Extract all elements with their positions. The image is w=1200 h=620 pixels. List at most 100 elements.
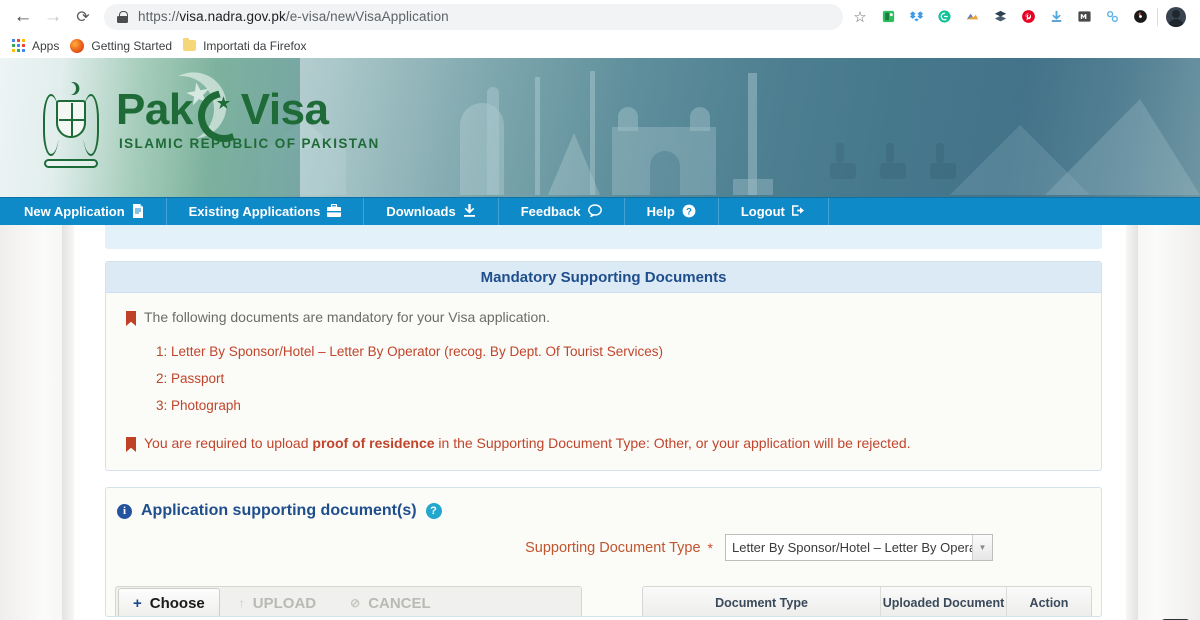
crescent-moon-icon: ★ <box>198 90 238 130</box>
evernote-icon[interactable] <box>875 4 901 30</box>
dropbox-icon[interactable] <box>903 4 929 30</box>
page-left-edge <box>62 225 74 620</box>
mandatory-intro-line: The following documents are mandatory fo… <box>126 309 1081 326</box>
nav-item-help[interactable]: Help ? <box>625 197 719 226</box>
chevron-down-icon[interactable]: ▼ <box>972 535 992 560</box>
supporting-document-type-select[interactable]: Letter By Sponsor/Hotel – Letter By Oper… <box>725 534 993 561</box>
list-item-number: 2: <box>156 371 168 386</box>
question-circle-icon: ? <box>682 204 696 220</box>
nav-label: Existing Applications <box>188 204 321 219</box>
firefox-icon <box>70 38 85 53</box>
cancel-button-label: CANCEL <box>368 594 431 612</box>
upload-button: ↑ UPLOAD <box>224 588 331 616</box>
nav-item-new-application[interactable]: New Application <box>0 197 167 226</box>
bookmark-getting-started[interactable]: Getting Started <box>68 35 181 57</box>
list-item-number: 1: <box>156 344 168 359</box>
bookmark-label: Apps <box>32 38 60 53</box>
uploaded-documents-table: Document Type Uploaded Document Action <box>642 586 1092 616</box>
info-icon: i <box>117 503 132 519</box>
bookmark-star-icon[interactable]: ☆ <box>847 4 873 30</box>
plus-icon: + <box>133 594 142 612</box>
download-icon[interactable] <box>1043 4 1069 30</box>
list-item: 1: Letter By Sponsor/Hotel – Letter By O… <box>156 344 1081 359</box>
list-item: 3: Photograph <box>156 398 1081 413</box>
logo-text-visa: Visa <box>240 85 329 134</box>
bookmarks-bar: Apps Getting Started Importati da Firefo… <box>0 33 1200 58</box>
document-icon <box>132 203 144 220</box>
supporting-documents-panel: i Application supporting document(s) ? S… <box>105 487 1102 617</box>
warning-text-after: in the Supporting Document Type: Other, … <box>434 435 911 451</box>
adblock-icon[interactable] <box>959 4 985 30</box>
nav-label: Logout <box>740 204 785 219</box>
avatar[interactable] <box>1162 3 1190 31</box>
briefcase-icon <box>327 203 342 219</box>
grammarly-icon[interactable] <box>931 4 957 30</box>
url-host: visa.nadra.gov.pk <box>179 9 286 24</box>
page-right-gutter <box>1138 225 1200 620</box>
chat-bubble-icon <box>587 204 602 219</box>
mandatory-documents-panel: Mandatory Supporting Documents The follo… <box>105 261 1102 471</box>
choose-file-button[interactable]: + Choose <box>118 588 220 616</box>
required-marker: * <box>707 539 713 556</box>
logo-text-pak: Pak <box>116 85 193 134</box>
mandatory-intro-text: The following documents are mandatory fo… <box>144 309 550 325</box>
back-arrow-icon[interactable]: ← <box>8 3 38 31</box>
logo-tagline: ISLAMIC REPUBLIC OF PAKISTAN <box>119 136 380 151</box>
bookmark-icon <box>126 311 136 326</box>
omnibar-row: ← → ⟳ https://visa.nadra.gov.pk/e-visa/n… <box>0 0 1200 33</box>
nav-item-feedback[interactable]: Feedback <box>499 197 625 226</box>
list-item-label: Photograph <box>171 398 241 413</box>
logo-star-icon: ★ <box>216 95 230 112</box>
bookmark-apps[interactable]: Apps <box>10 35 68 57</box>
supporting-documents-title-row: i Application supporting document(s) ? <box>106 488 1101 520</box>
content-column: Mandatory Supporting Documents The follo… <box>105 225 1102 617</box>
site-logo[interactable]: Pak ★ Visa ISLAMIC REPUBLIC OF PAKISTAN <box>40 82 380 170</box>
buffer-icon[interactable] <box>987 4 1013 30</box>
nav-item-downloads[interactable]: Downloads <box>364 197 499 226</box>
warning-text-before: You are required to upload <box>144 435 313 451</box>
nav-item-existing-applications[interactable]: Existing Applications <box>167 197 365 226</box>
nav-label: Feedback <box>520 204 581 219</box>
logo-title: Pak ★ Visa <box>116 88 380 132</box>
mandatory-documents-title: Mandatory Supporting Documents <box>106 262 1101 293</box>
page-content-container: Mandatory Supporting Documents The follo… <box>74 225 1126 620</box>
proof-of-residence-warning: You are required to upload proof of resi… <box>126 435 1081 452</box>
page-body: Mandatory Supporting Documents The follo… <box>0 225 1200 620</box>
apps-grid-icon <box>12 39 25 52</box>
page-left-gutter <box>0 225 62 620</box>
forward-arrow-icon[interactable]: → <box>38 3 68 31</box>
select-value: Letter By Sponsor/Hotel – Letter By Oper… <box>732 540 977 555</box>
supporting-document-type-label: Supporting Document Type <box>525 539 701 556</box>
nav-item-logout[interactable]: Logout <box>719 197 829 226</box>
choose-button-label: Choose <box>149 594 205 612</box>
toolbar-divider <box>1157 7 1158 26</box>
link-icon[interactable] <box>1099 4 1125 30</box>
warning-text: You are required to upload proof of resi… <box>144 435 911 451</box>
browser-chrome: ← → ⟳ https://visa.nadra.gov.pk/e-visa/n… <box>0 0 1200 58</box>
mandatory-documents-list: 1: Letter By Sponsor/Hotel – Letter By O… <box>156 344 1081 413</box>
nav-label: New Application <box>24 204 125 219</box>
bookmark-icon <box>126 437 136 452</box>
nav-label: Downloads <box>386 204 456 219</box>
reload-icon[interactable]: ⟳ <box>68 3 98 31</box>
upload-button-label: UPLOAD <box>252 594 317 612</box>
bookmark-importati-da-firefox[interactable]: Importati da Firefox <box>181 35 315 57</box>
warning-text-bold: proof of residence <box>312 435 435 451</box>
table-header-uploaded-document: Uploaded Document <box>881 587 1007 616</box>
file-upload-button-group: + Choose ↑ UPLOAD ⊘ CANCEL <box>115 586 582 616</box>
mandatory-documents-body: The following documents are mandatory fo… <box>106 293 1101 470</box>
svg-text:?: ? <box>686 206 692 217</box>
help-circle-icon[interactable]: ? <box>425 503 442 519</box>
logout-icon <box>791 204 806 219</box>
cancel-circle-icon: ⊘ <box>350 596 361 610</box>
pinterest-icon[interactable] <box>1015 4 1041 30</box>
url-path: /e-visa/newVisaApplication <box>285 9 449 24</box>
kaspersky-icon[interactable] <box>1127 4 1153 30</box>
page-right-edge <box>1126 225 1138 620</box>
mailtrack-icon[interactable] <box>1071 4 1097 30</box>
supporting-document-type-row: Supporting Document Type * Letter By Spo… <box>106 534 1101 561</box>
list-item-label: Letter By Sponsor/Hotel – Letter By Oper… <box>171 344 663 359</box>
extension-icons <box>875 4 1153 30</box>
address-bar[interactable]: https://visa.nadra.gov.pk/e-visa/newVisa… <box>104 3 843 30</box>
bookmark-label: Getting Started <box>91 38 173 53</box>
